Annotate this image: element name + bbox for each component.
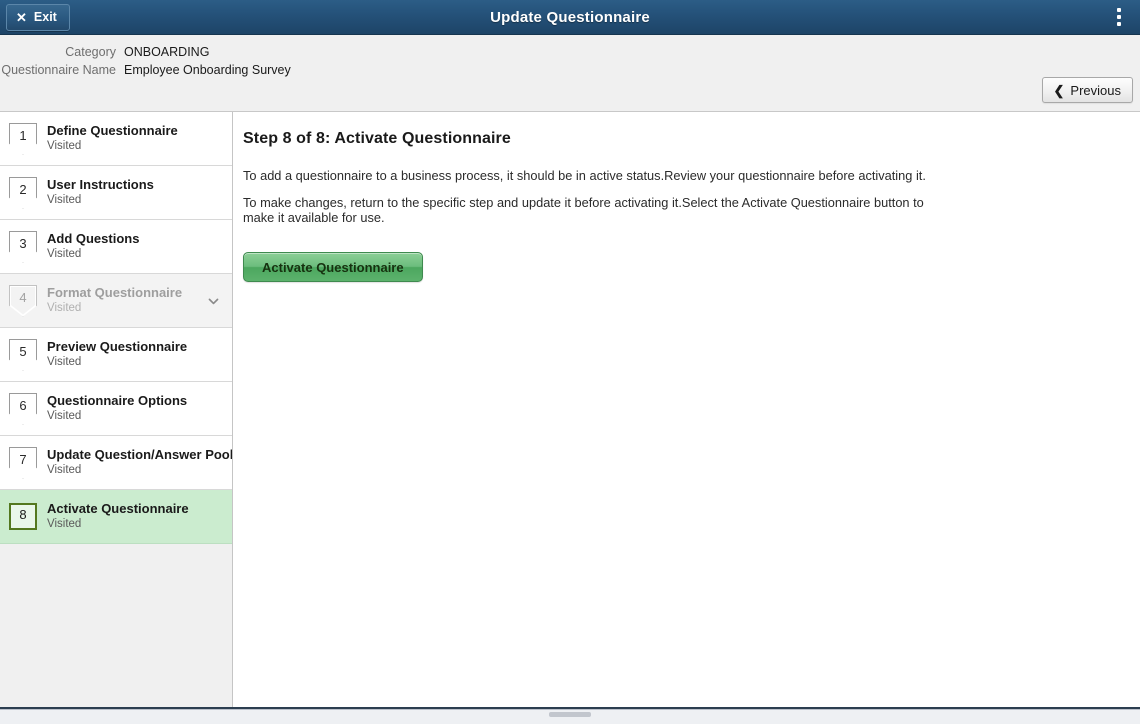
step-title: Add Questions [47,231,139,246]
sidebar-step-2[interactable]: 2 User Instructions Visited [0,166,232,220]
step-number-badge: 4 [9,285,37,317]
step-status: Visited [47,139,178,154]
kebab-dot [1117,15,1121,19]
step-status: Visited [47,409,187,424]
header-panel: Category ONBOARDING Questionnaire Name E… [0,35,1140,112]
step-text: Update Question/Answer Pool Visited [47,447,232,478]
step-title: Questionnaire Options [47,393,187,408]
chevron-down-icon[interactable] [207,294,220,307]
questionnaire-name-label: Questionnaire Name [0,63,124,77]
steps-sidebar: 1 Define Questionnaire Visited 2 User In… [0,112,233,707]
body-container: 1 Define Questionnaire Visited 2 User In… [0,112,1140,709]
description-paragraph-1: To add a questionnaire to a business pro… [243,168,933,183]
step-number: 3 [9,236,37,251]
step-number: 4 [9,290,37,305]
step-text: User Instructions Visited [47,177,154,208]
exit-button-label: Exit [34,10,57,24]
sidebar-step-8[interactable]: 8 Activate Questionnaire Visited [0,490,232,544]
step-number: 2 [9,182,37,197]
activate-questionnaire-button[interactable]: Activate Questionnaire [243,252,423,282]
step-title: Preview Questionnaire [47,339,187,354]
category-label: Category [0,45,124,59]
step-number: 6 [9,398,37,413]
step-text: Preview Questionnaire Visited [47,339,187,370]
main-content: Step 8 of 8: Activate Questionnaire To a… [233,112,1140,707]
step-status: Visited [47,301,182,316]
description-paragraph-2: To make changes, return to the specific … [243,195,933,225]
step-text: Activate Questionnaire Visited [47,501,189,532]
close-x-icon: ✕ [16,11,27,24]
previous-button-label: Previous [1070,83,1121,98]
step-title: Activate Questionnaire [47,501,189,516]
sidebar-step-3[interactable]: 3 Add Questions Visited [0,220,232,274]
page-title: Update Questionnaire [0,9,1140,26]
field-row-questionnaire-name: Questionnaire Name Employee Onboarding S… [0,63,1140,77]
step-text: Questionnaire Options Visited [47,393,187,424]
step-number: 7 [9,452,37,467]
step-title: Update Question/Answer Pool [47,447,232,462]
step-number-badge: 2 [9,177,37,209]
app-window: ✕ Exit Update Questionnaire Category ONB… [0,0,1140,724]
questionnaire-name-value: Employee Onboarding Survey [124,63,291,77]
sidebar-step-1[interactable]: 1 Define Questionnaire Visited [0,112,232,166]
step-number-badge: 1 [9,123,37,155]
step-title: Define Questionnaire [47,123,178,138]
sidebar-step-4[interactable]: 4 Format Questionnaire Visited [0,274,232,328]
step-number-badge: 8 [9,503,37,530]
step-text: Define Questionnaire Visited [47,123,178,154]
kebab-dot [1117,22,1121,26]
kebab-dot [1117,8,1121,12]
step-status: Visited [47,355,187,370]
step-number: 1 [9,128,37,143]
step-status: Visited [47,517,189,532]
category-value: ONBOARDING [124,45,209,59]
step-title: Format Questionnaire [47,285,182,300]
step-status: Visited [47,193,154,208]
sidebar-step-5[interactable]: 5 Preview Questionnaire Visited [0,328,232,382]
title-bar: ✕ Exit Update Questionnaire [0,0,1140,35]
step-number-badge: 3 [9,231,37,263]
sidebar-step-6[interactable]: 6 Questionnaire Options Visited [0,382,232,436]
step-number: 8 [9,507,37,522]
step-status: Visited [47,247,139,262]
step-text: Add Questions Visited [47,231,139,262]
step-number-badge: 5 [9,339,37,371]
horizontal-scrollbar-thumb[interactable] [549,712,591,717]
chevron-left-icon: ❮ [1054,84,1065,97]
field-row-category: Category ONBOARDING [0,45,1140,59]
step-title: User Instructions [47,177,154,192]
step-status: Visited [47,463,232,478]
step-heading: Step 8 of 8: Activate Questionnaire [243,130,1116,148]
step-number: 5 [9,344,37,359]
footer-bar [0,709,1140,724]
step-text: Format Questionnaire Visited [47,285,182,316]
step-number-badge: 6 [9,393,37,425]
kebab-menu-icon[interactable] [1109,4,1129,30]
exit-button[interactable]: ✕ Exit [6,4,70,31]
previous-button[interactable]: ❮ Previous [1042,77,1133,103]
sidebar-step-7[interactable]: 7 Update Question/Answer Pool Visited [0,436,232,490]
step-number-badge: 7 [9,447,37,479]
